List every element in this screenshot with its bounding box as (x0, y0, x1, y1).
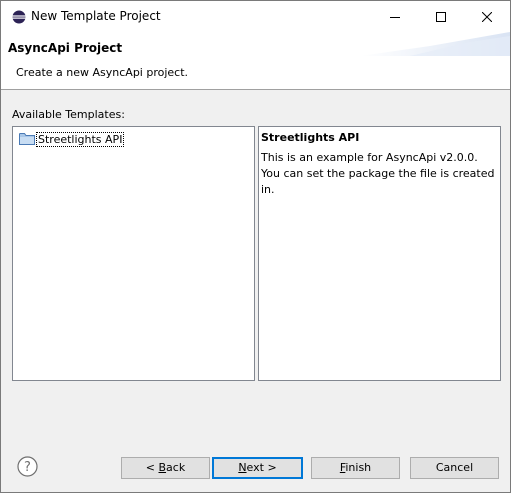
list-item[interactable]: Streetlights API (19, 130, 125, 148)
close-button[interactable] (464, 1, 510, 32)
available-templates-label: Available Templates: (12, 108, 125, 121)
minimize-button[interactable] (372, 1, 418, 32)
new-template-project-dialog: New Template Project AsyncApi Project Cr… (0, 0, 511, 493)
folder-icon (19, 133, 35, 145)
title-bar: New Template Project (1, 1, 510, 32)
maximize-button[interactable] (418, 1, 464, 32)
next-button[interactable]: Next > (212, 457, 303, 479)
page-description: Create a new AsyncApi project. (16, 66, 189, 79)
templates-list[interactable]: Streetlights API (12, 126, 255, 381)
back-button[interactable]: < Back (121, 457, 210, 479)
banner-decoration (360, 32, 510, 56)
finish-button[interactable]: Finish (311, 457, 400, 479)
details-body: This is an example for AsyncApi v2.0.0. … (261, 151, 495, 196)
next-mnemonic: N (238, 461, 247, 474)
wizard-banner: AsyncApi Project Create a new AsyncApi p… (1, 32, 510, 90)
back-mnemonic: B (158, 461, 167, 474)
svg-text:?: ? (24, 460, 31, 475)
template-details: Streetlights API This is an example for … (258, 126, 501, 381)
finish-rest: inish (345, 461, 372, 474)
page-title: AsyncApi Project (8, 41, 123, 55)
list-item-label: Streetlights API (35, 131, 125, 147)
minimize-icon (390, 16, 400, 18)
cancel-button[interactable]: Cancel (410, 457, 499, 479)
maximize-icon (436, 11, 446, 22)
details-title: Streetlights API (261, 131, 360, 144)
window-title: New Template Project (31, 9, 161, 23)
close-icon (482, 11, 492, 22)
eclipse-icon (12, 10, 26, 24)
back-rest: ack (166, 461, 186, 474)
back-prefix: < (145, 461, 159, 474)
help-icon[interactable]: ? (17, 456, 38, 477)
next-rest: ext > (246, 461, 277, 474)
